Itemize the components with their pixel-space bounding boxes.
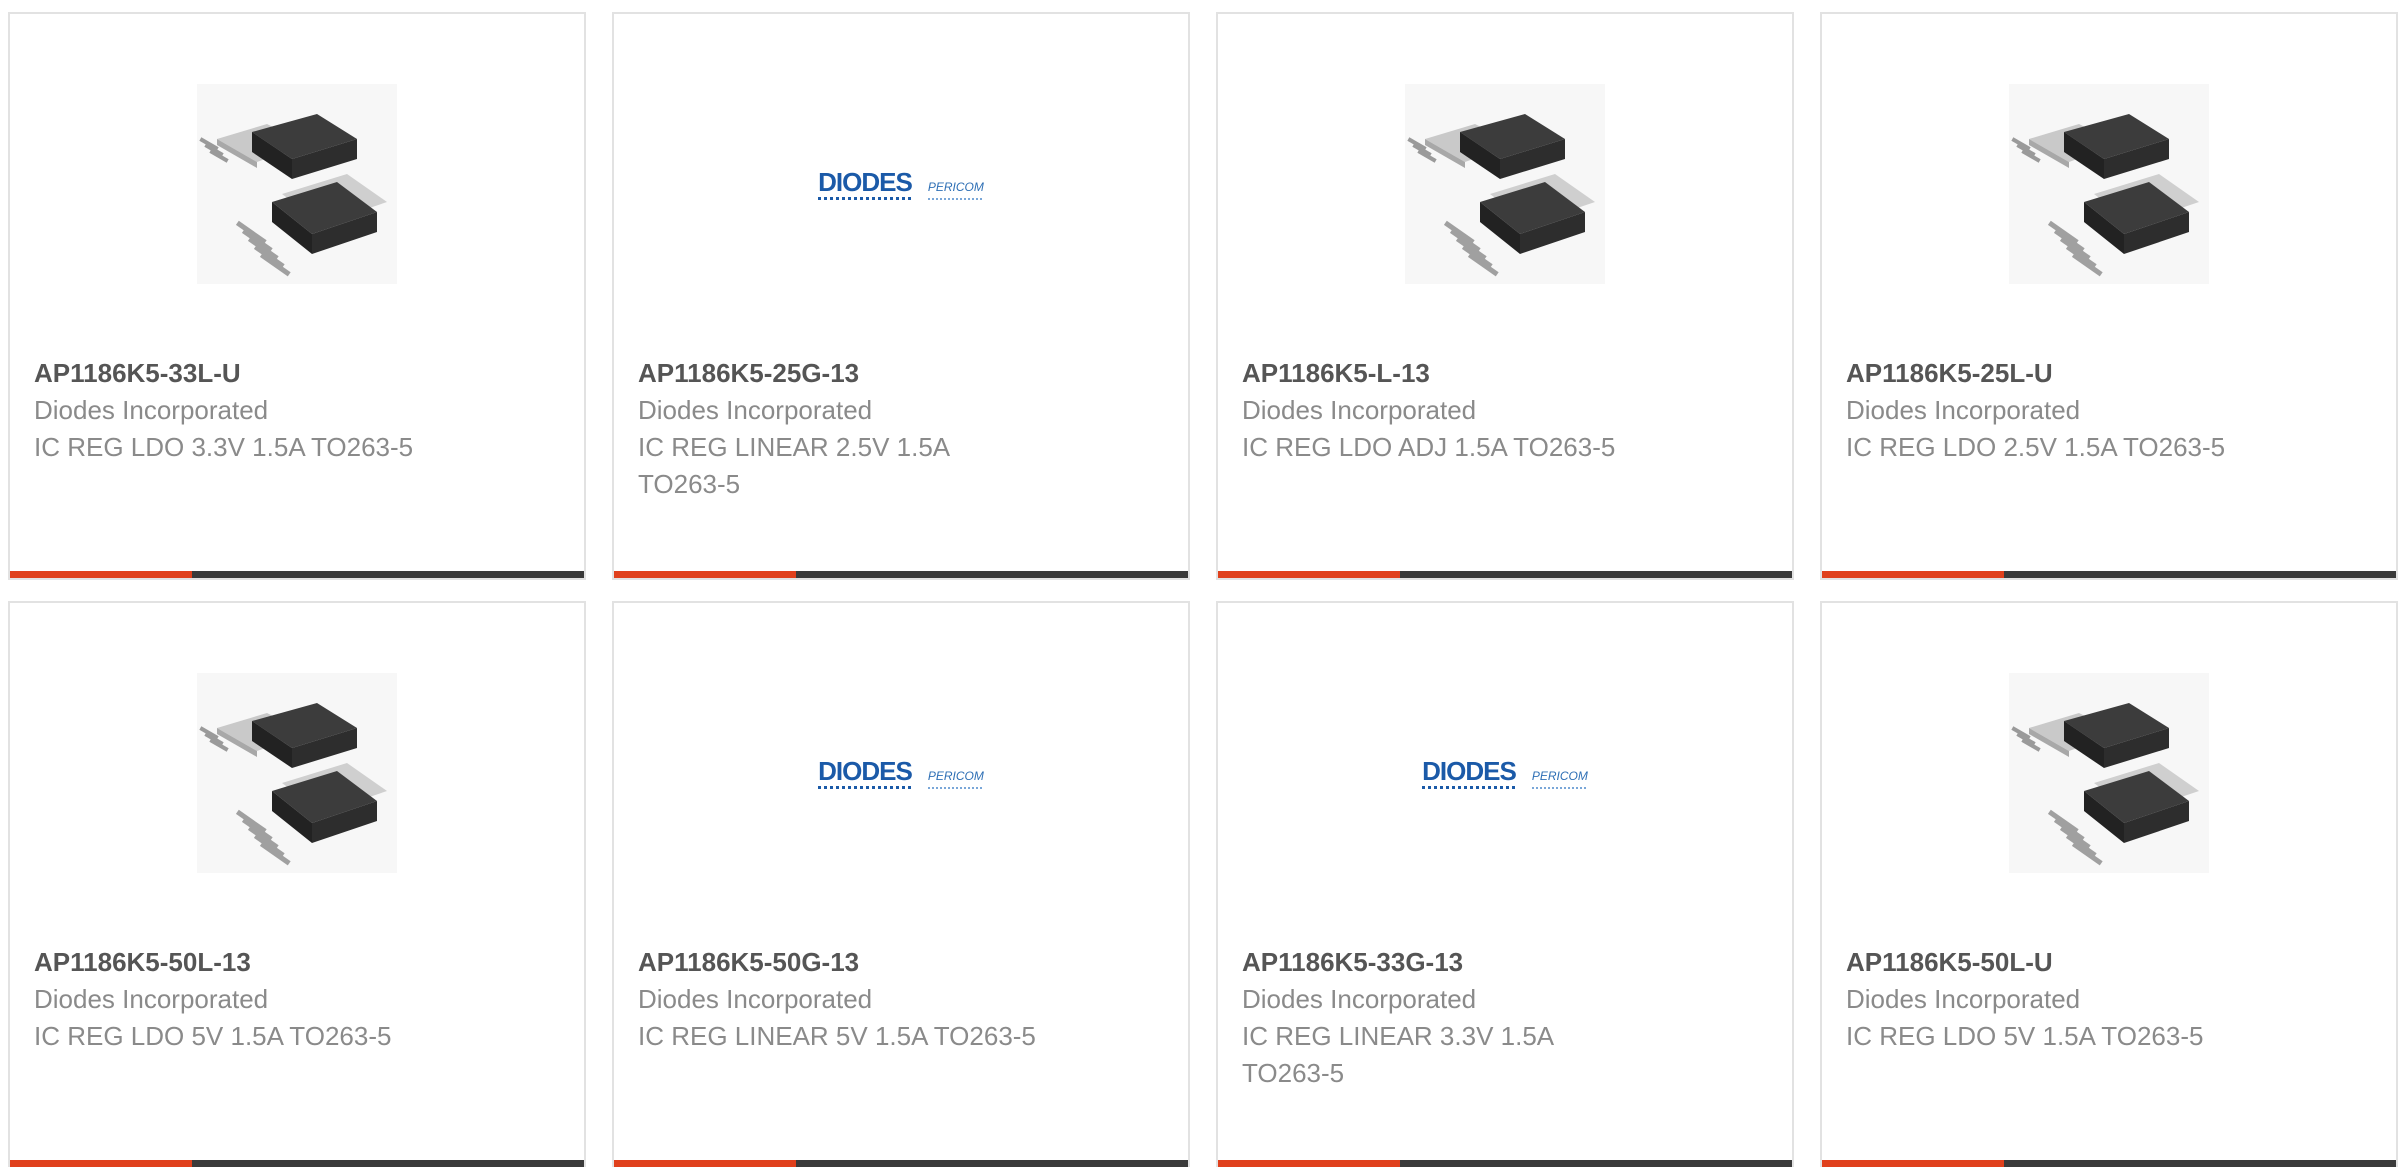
- product-image: [1822, 84, 2396, 284]
- product-description: IC REG LDO 5V 1.5A TO263-5: [34, 1021, 392, 1051]
- product-image: DIODES PERICOM: [1218, 673, 1792, 873]
- card-bar-accent: [614, 571, 796, 578]
- to263-package-icon: [197, 84, 397, 284]
- diodes-logo-label: DIODES: [818, 166, 913, 197]
- card-bar: [614, 571, 1188, 578]
- card-bar-accent: [10, 1160, 192, 1167]
- part-number-link[interactable]: AP1186K5-33L-U: [34, 354, 464, 392]
- part-number-link[interactable]: AP1186K5-50L-U: [1846, 943, 2276, 981]
- product-card[interactable]: DIODES PERICOM AP1186K5-25G-13 Diodes In…: [612, 12, 1190, 580]
- product-image: [1822, 673, 2396, 873]
- manufacturer-name: Diodes Incorporated: [1846, 984, 2081, 1014]
- diodes-pericom-logo: DIODES PERICOM: [1422, 758, 1588, 789]
- card-bar-accent: [1218, 571, 1400, 578]
- card-bar-accent: [614, 1160, 796, 1167]
- product-image: DIODES PERICOM: [614, 673, 1188, 873]
- to263-package-icon: [197, 673, 397, 873]
- pericom-logo-text: PERICOM: [927, 768, 984, 789]
- card-bar: [1218, 571, 1792, 578]
- card-bar: [10, 571, 584, 578]
- manufacturer-name: Diodes Incorporated: [1846, 395, 2081, 425]
- part-number-link[interactable]: AP1186K5-25G-13: [638, 354, 1068, 392]
- manufacturer-name: Diodes Incorporated: [638, 395, 873, 425]
- manufacturer-name: Diodes Incorporated: [638, 984, 873, 1014]
- card-bar-accent: [1822, 1160, 2004, 1167]
- card-bar: [1218, 1160, 1792, 1167]
- diodes-logo-text: DIODES: [818, 166, 913, 200]
- pericom-logo-label: PERICOM: [927, 768, 984, 783]
- manufacturer-name: Diodes Incorporated: [1242, 395, 1477, 425]
- product-card[interactable]: AP1186K5-33L-U Diodes Incorporated IC RE…: [8, 12, 586, 580]
- pericom-logo-label: PERICOM: [1531, 768, 1588, 783]
- product-description: IC REG LDO 5V 1.5A TO263-5: [1846, 1021, 2204, 1051]
- product-description: IC REG LINEAR 3.3V 1.5A TO263-5: [1242, 1021, 1553, 1088]
- product-card[interactable]: DIODES PERICOM AP1186K5-50G-13 Diodes In…: [612, 601, 1190, 1167]
- product-image: [10, 84, 584, 284]
- part-number-link[interactable]: AP1186K5-50G-13: [638, 943, 1068, 981]
- product-description: IC REG LDO 3.3V 1.5A TO263-5: [34, 432, 414, 462]
- pericom-logo-label: PERICOM: [927, 179, 984, 194]
- manufacturer-name: Diodes Incorporated: [1242, 984, 1477, 1014]
- card-bar-accent: [1218, 1160, 1400, 1167]
- product-image: [10, 673, 584, 873]
- product-card[interactable]: AP1186K5-L-13 Diodes Incorporated IC REG…: [1216, 12, 1794, 580]
- part-number-link[interactable]: AP1186K5-50L-13: [34, 943, 464, 981]
- product-description: IC REG LINEAR 5V 1.5A TO263-5: [638, 1021, 1036, 1051]
- card-bar-accent: [10, 571, 192, 578]
- to263-package-icon: [2009, 84, 2209, 284]
- to263-package-icon: [2009, 673, 2209, 873]
- card-bar: [1822, 571, 2396, 578]
- product-card[interactable]: AP1186K5-25L-U Diodes Incorporated IC RE…: [1820, 12, 2398, 580]
- manufacturer-name: Diodes Incorporated: [34, 395, 269, 425]
- product-image: [1218, 84, 1792, 284]
- card-bar: [1822, 1160, 2396, 1167]
- card-bar-accent: [1822, 571, 2004, 578]
- product-card[interactable]: DIODES PERICOM AP1186K5-33G-13 Diodes In…: [1216, 601, 1794, 1167]
- product-description: IC REG LDO 2.5V 1.5A TO263-5: [1846, 432, 2226, 462]
- product-card[interactable]: AP1186K5-50L-13 Diodes Incorporated IC R…: [8, 601, 586, 1167]
- diodes-logo-label: DIODES: [1422, 755, 1517, 786]
- card-bar: [614, 1160, 1188, 1167]
- diodes-logo-text: DIODES: [1422, 755, 1517, 789]
- diodes-pericom-logo: DIODES PERICOM: [818, 169, 984, 200]
- part-number-link[interactable]: AP1186K5-L-13: [1242, 354, 1672, 392]
- card-bar: [10, 1160, 584, 1167]
- pericom-logo-text: PERICOM: [1531, 768, 1588, 789]
- diodes-logo-label: DIODES: [818, 755, 913, 786]
- to263-package-icon: [1405, 84, 1605, 284]
- product-image: DIODES PERICOM: [614, 84, 1188, 284]
- product-card[interactable]: AP1186K5-50L-U Diodes Incorporated IC RE…: [1820, 601, 2398, 1167]
- pericom-logo-text: PERICOM: [927, 179, 984, 200]
- diodes-logo-text: DIODES: [818, 755, 913, 789]
- part-number-link[interactable]: AP1186K5-33G-13: [1242, 943, 1672, 981]
- product-description: IC REG LDO ADJ 1.5A TO263-5: [1242, 432, 1616, 462]
- diodes-pericom-logo: DIODES PERICOM: [818, 758, 984, 789]
- part-number-link[interactable]: AP1186K5-25L-U: [1846, 354, 2276, 392]
- manufacturer-name: Diodes Incorporated: [34, 984, 269, 1014]
- product-description: IC REG LINEAR 2.5V 1.5A TO263-5: [638, 432, 949, 499]
- product-grid: AP1186K5-33L-U Diodes Incorporated IC RE…: [0, 0, 2400, 1167]
